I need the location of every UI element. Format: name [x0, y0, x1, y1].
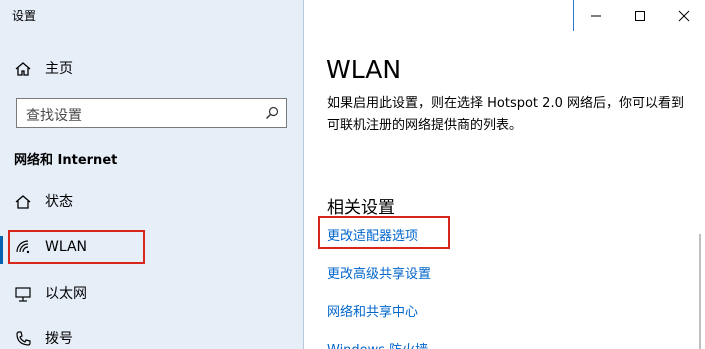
maximize-icon: [635, 11, 645, 21]
scrollbar[interactable]: [699, 234, 701, 349]
settings-window: 设置 主页 查找设置 网络和 Internet 状态 WLAN 以太网 拨号 W…: [0, 0, 705, 349]
sidebar-item-dialup[interactable]: 拨号: [0, 321, 303, 349]
search-placeholder: 查找设置: [26, 108, 82, 124]
window-controls: [574, 0, 705, 31]
dialup-icon: [16, 331, 31, 346]
nav-home-label: 主页: [45, 61, 73, 77]
sidebar: 设置 主页 查找设置 网络和 Internet 状态 WLAN 以太网 拨号: [0, 0, 303, 349]
related-settings-title: 相关设置: [327, 198, 395, 218]
app-title: 设置: [12, 9, 37, 23]
home-icon: [15, 62, 31, 76]
section-title: 网络和 Internet: [14, 153, 118, 168]
annotation-box-wlan: [8, 230, 145, 264]
home-status-icon: [15, 195, 31, 209]
main-pane: [304, 0, 705, 349]
sidebar-item-status[interactable]: 状态: [0, 184, 303, 220]
minimize-button[interactable]: [574, 0, 618, 31]
link-firewall[interactable]: Windows 防火墙: [327, 339, 428, 349]
link-sharing-center[interactable]: 网络和共享中心: [327, 301, 418, 320]
sidebar-item-label: 以太网: [45, 286, 87, 302]
close-icon: [678, 10, 690, 22]
minimize-icon: [591, 15, 601, 17]
page-description: 如果启用此设置，则在选择 Hotspot 2.0 网络后，你可以看到可联机注册的…: [327, 96, 684, 133]
link-advanced-sharing[interactable]: 更改高级共享设置: [327, 263, 431, 282]
sidebar-item-ethernet[interactable]: 以太网: [0, 276, 303, 312]
ethernet-icon: [15, 287, 31, 302]
page-title: WLAN: [326, 55, 402, 84]
close-button[interactable]: [662, 0, 705, 31]
annotation-box-adapter: [318, 216, 450, 249]
sidebar-item-label: 状态: [45, 194, 73, 210]
maximize-button[interactable]: [618, 0, 662, 31]
search-icon[interactable]: [265, 106, 279, 120]
search-input[interactable]: 查找设置: [16, 98, 287, 128]
nav-home[interactable]: 主页: [0, 51, 303, 87]
sidebar-item-label: 拨号: [45, 331, 73, 347]
